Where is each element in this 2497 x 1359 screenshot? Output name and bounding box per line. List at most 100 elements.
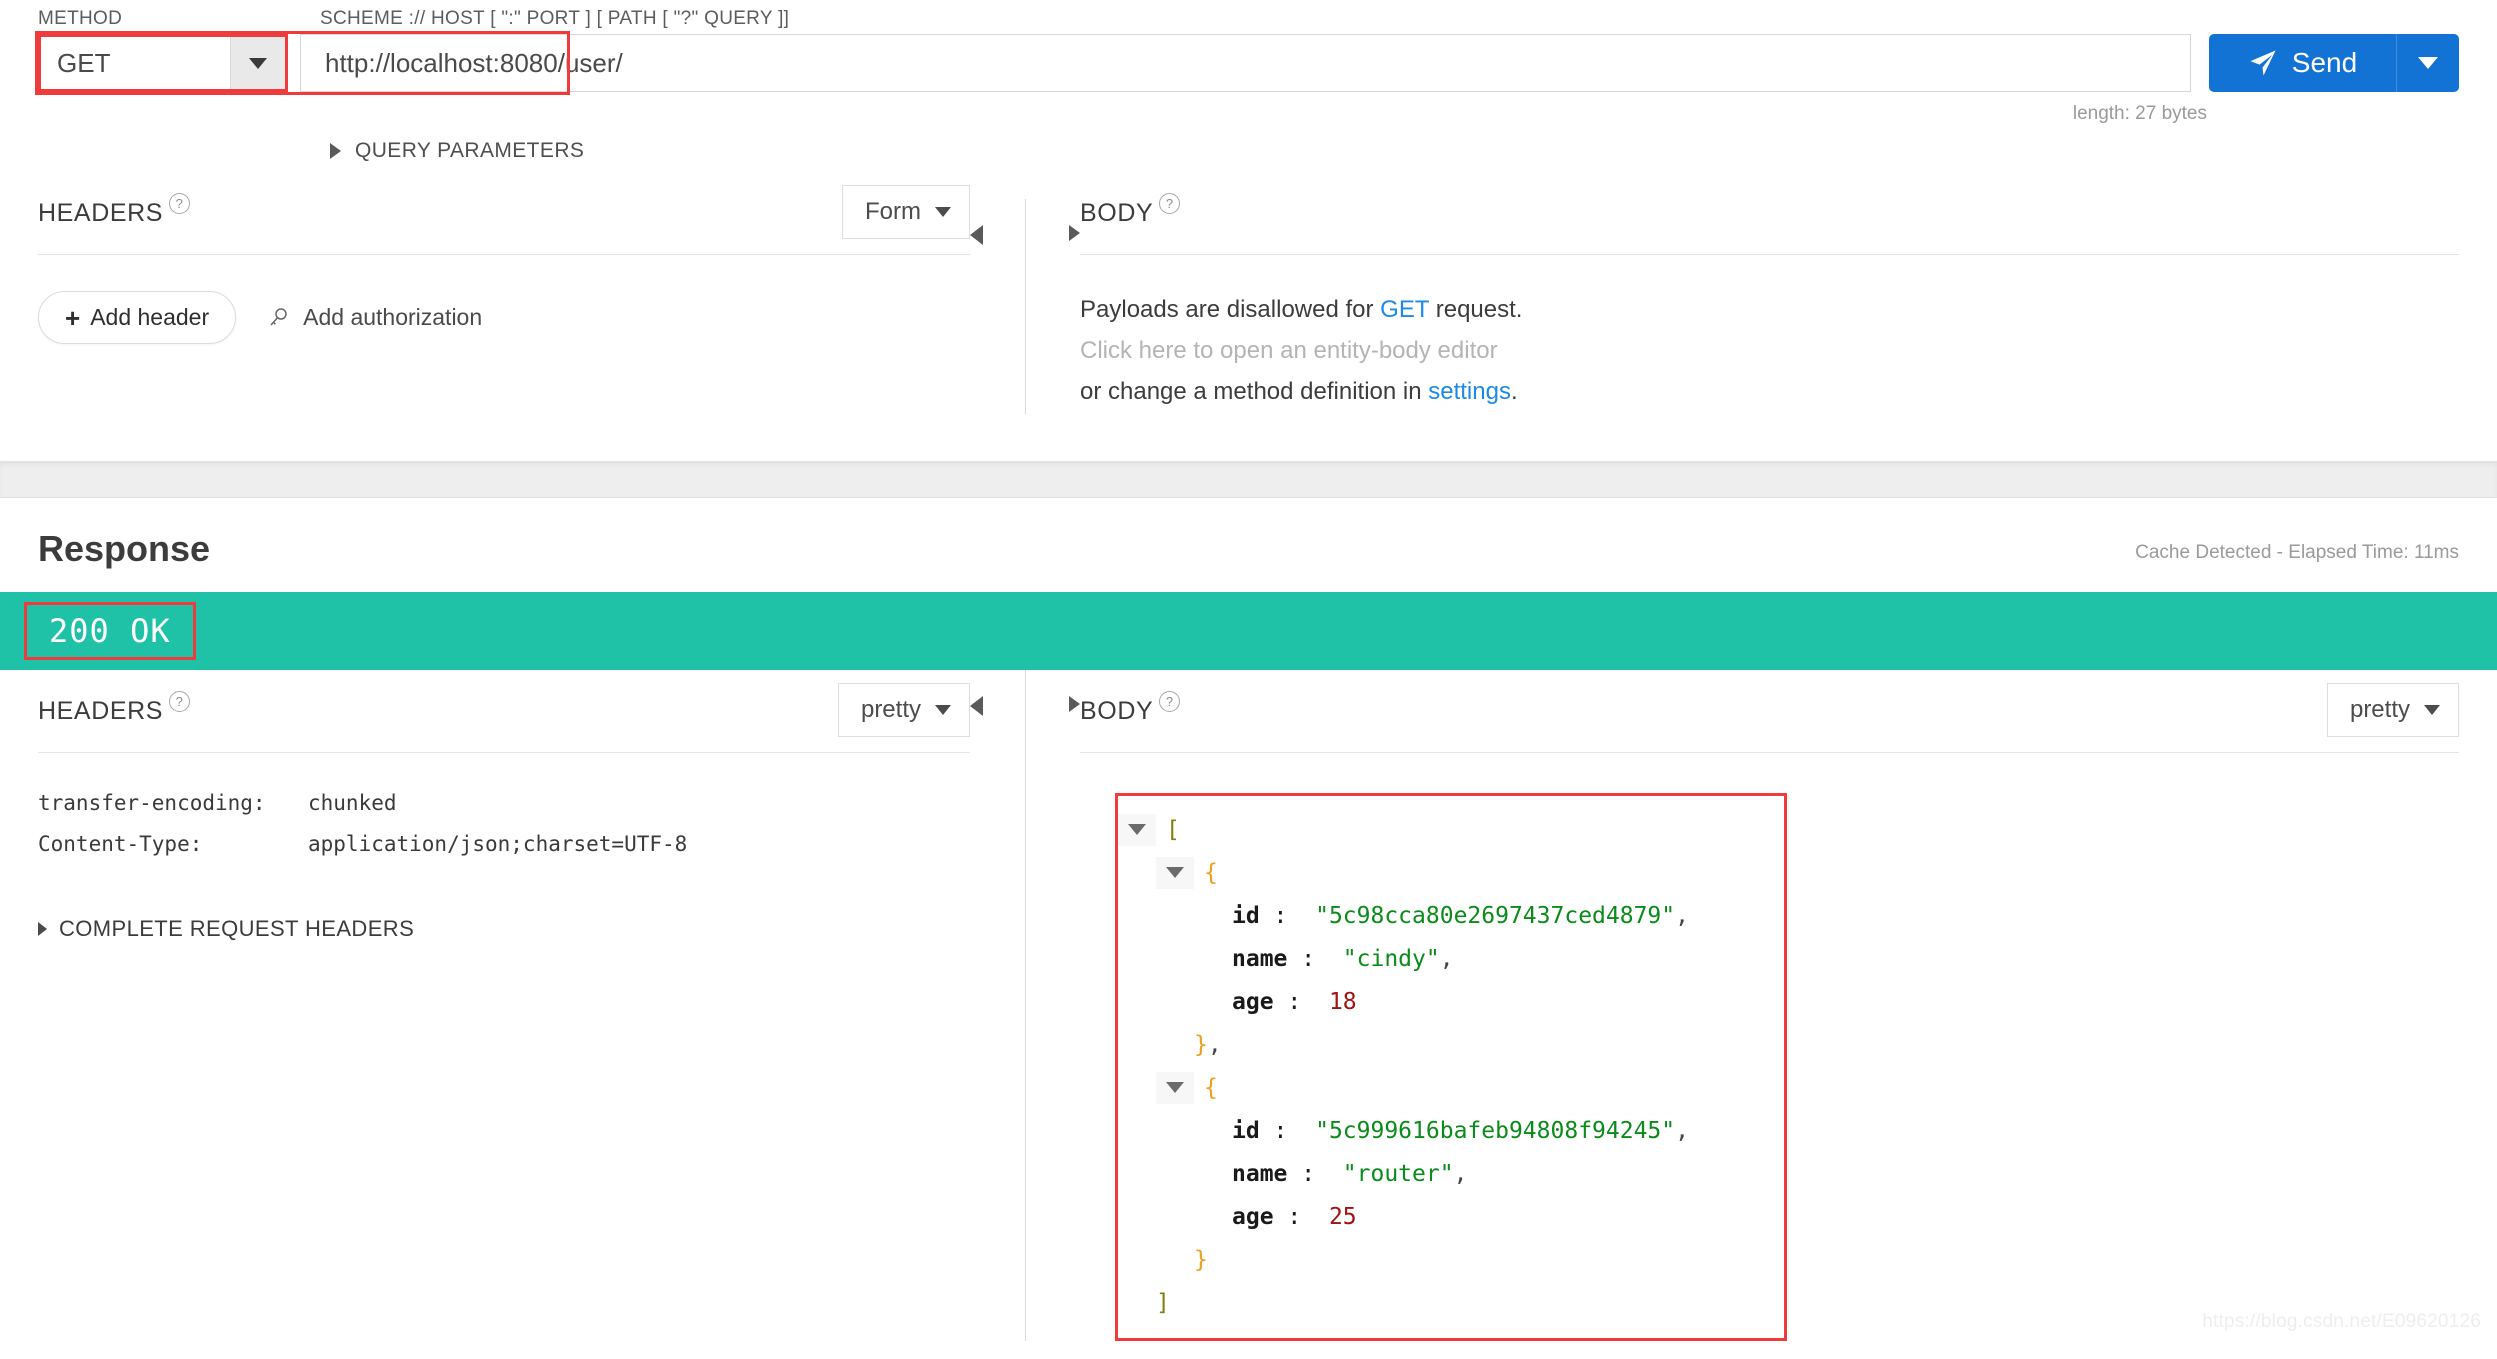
- request-headers-pane: HEADERS ? Form + Add header Add authoriz…: [0, 185, 970, 414]
- send-button-main[interactable]: Send: [2209, 34, 2396, 92]
- request-headers-format-select[interactable]: Form: [842, 185, 970, 239]
- chevron-down-icon: [2418, 57, 2438, 69]
- json-token-bracket: [: [1166, 816, 1180, 843]
- complete-request-headers-toggle[interactable]: COMPLETE REQUEST HEADERS: [38, 916, 970, 942]
- send-button[interactable]: Send: [2209, 34, 2459, 92]
- method-select[interactable]: GET: [38, 34, 288, 92]
- request-body-header: BODY ?: [1080, 193, 2459, 255]
- request-split-row: HEADERS ? Form + Add header Add authoriz…: [0, 185, 2497, 414]
- json-line: age : 25: [1118, 1195, 1784, 1238]
- response-headers-format-value: pretty: [860, 696, 921, 723]
- body-settings-link[interactable]: settings: [1428, 378, 1511, 405]
- response-headers-pane: HEADERS ? pretty transfer-encoding: chun…: [0, 670, 970, 1341]
- chevron-right-icon: [38, 922, 47, 936]
- chevron-down-icon: [935, 207, 951, 217]
- response-pane-divider: [1025, 670, 1026, 1341]
- key-icon: [270, 307, 287, 326]
- response-split-row: HEADERS ? pretty transfer-encoding: chun…: [0, 670, 2497, 1341]
- query-parameters-label: QUERY PARAMETERS: [355, 139, 585, 162]
- chevron-right-icon: [330, 143, 341, 159]
- send-options-button[interactable]: [2396, 34, 2459, 92]
- json-line: id : "5c98cca80e2697437ced4879",: [1118, 894, 1784, 937]
- chevron-down-icon: [935, 705, 951, 715]
- help-icon[interactable]: ?: [1159, 691, 1181, 712]
- json-line: {: [1118, 851, 1784, 894]
- collapse-right-icon[interactable]: [1069, 696, 1080, 712]
- complete-request-headers-label: COMPLETE REQUEST HEADERS: [59, 916, 415, 941]
- response-headers-title: HEADERS: [38, 697, 164, 725]
- help-icon[interactable]: ?: [169, 691, 191, 712]
- response-body-pane: BODY ? pretty [ { id : "5c98cca80e2697437c…: [1080, 670, 2497, 1341]
- header-value: application/json;charset=UTF-8: [308, 832, 688, 856]
- query-parameters-toggle[interactable]: QUERY PARAMETERS: [0, 139, 2497, 163]
- collapse-left-icon[interactable]: [970, 225, 983, 245]
- request-body-pane: BODY ? Payloads are disallowed for GET r…: [1080, 193, 2497, 414]
- body-get-link[interactable]: GET: [1380, 296, 1429, 323]
- response-body-format-value: pretty: [2349, 696, 2410, 723]
- request-length-text: length: 27 bytes: [2072, 103, 2207, 124]
- add-header-label: Add header: [90, 304, 210, 330]
- help-icon[interactable]: ?: [1159, 193, 1181, 214]
- request-headers-format-value: Form: [865, 198, 921, 225]
- help-icon[interactable]: ?: [169, 193, 191, 214]
- json-token-key: id: [1232, 1117, 1260, 1144]
- body-line1-pre: Payloads are disallowed for: [1080, 296, 1381, 323]
- json-token-punct: ,: [1439, 945, 1454, 972]
- status-badge: 200 OK: [24, 602, 196, 660]
- json-line: [: [1118, 808, 1784, 851]
- request-panel: METHOD SCHEME :// HOST [ ":" PORT ] [ PA…: [0, 0, 2497, 462]
- json-token-key: name: [1232, 1160, 1288, 1187]
- response-title: Response: [38, 528, 211, 569]
- request-pane-divider: [1025, 199, 1026, 414]
- json-token-punct: ,: [1675, 902, 1689, 929]
- response-body-json-viewer: [ { id : "5c98cca80e2697437ced4879", name :…: [1115, 793, 1787, 1341]
- json-token-colon: :: [1273, 1203, 1302, 1230]
- table-row: Content-Type: application/json;charset=U…: [38, 832, 970, 856]
- method-select-value: GET: [41, 37, 230, 89]
- body-line3-post: .: [1510, 378, 1518, 405]
- collapse-right-icon[interactable]: [1069, 225, 1080, 241]
- json-collapse-toggle[interactable]: [1118, 813, 1156, 846]
- method-dropdown-button[interactable]: [230, 37, 285, 89]
- add-header-button[interactable]: + Add header: [38, 291, 237, 344]
- add-authorization-button[interactable]: Add authorization: [266, 304, 482, 331]
- response-body-format-select[interactable]: pretty: [2326, 683, 2459, 737]
- response-meta: Cache Detected - Elapsed Time: 11ms: [2135, 542, 2459, 563]
- json-token-colon: :: [1287, 945, 1316, 972]
- chevron-down-icon: [249, 57, 267, 69]
- header-key: Content-Type:: [38, 832, 203, 856]
- json-token-colon: :: [1287, 1160, 1316, 1187]
- request-body-title: BODY: [1080, 199, 1154, 227]
- caret-down-icon: [1166, 867, 1184, 878]
- json-collapse-toggle[interactable]: [1156, 856, 1194, 889]
- response-panel: Response Cache Detected - Elapsed Time: …: [0, 498, 2497, 1341]
- response-headers-format-select[interactable]: pretty: [837, 683, 970, 737]
- json-token-brace: {: [1204, 859, 1218, 886]
- json-token-bracket: ]: [1156, 1289, 1170, 1316]
- caret-down-icon: [1166, 1082, 1184, 1093]
- json-token-brace: }: [1194, 1031, 1208, 1058]
- response-headers-table: transfer-encoding: chunked Content-Type:…: [38, 791, 970, 856]
- json-token-brace: {: [1204, 1074, 1218, 1101]
- response-body-title: BODY: [1080, 697, 1154, 725]
- json-line: },: [1118, 1023, 1784, 1066]
- json-line: ]: [1118, 1281, 1784, 1324]
- chevron-down-icon: [2424, 705, 2440, 715]
- json-token-colon: :: [1259, 1117, 1288, 1144]
- json-token-key: age: [1232, 988, 1274, 1015]
- collapse-left-icon[interactable]: [970, 696, 983, 716]
- url-input[interactable]: [300, 34, 2191, 92]
- json-token-punct: ,: [1675, 1117, 1689, 1144]
- body-line1-post: request.: [1429, 296, 1523, 323]
- response-body-title-wrap: BODY ?: [1080, 691, 1181, 726]
- method-label: METHOD: [38, 8, 123, 29]
- url-row: GET Send: [0, 31, 2497, 95]
- json-token-colon: :: [1259, 902, 1288, 929]
- json-token-num: 18: [1301, 988, 1357, 1015]
- request-body-line-2[interactable]: Click here to open an entity-body editor: [1080, 330, 2459, 371]
- json-collapse-toggle[interactable]: [1156, 1071, 1194, 1104]
- scheme-label: SCHEME :// HOST [ ":" PORT ] [ PATH [ "?…: [320, 8, 790, 29]
- request-body-title-wrap: BODY ?: [1080, 193, 1181, 228]
- send-button-group: Send: [2209, 34, 2459, 92]
- json-token-str: "cindy": [1315, 945, 1440, 972]
